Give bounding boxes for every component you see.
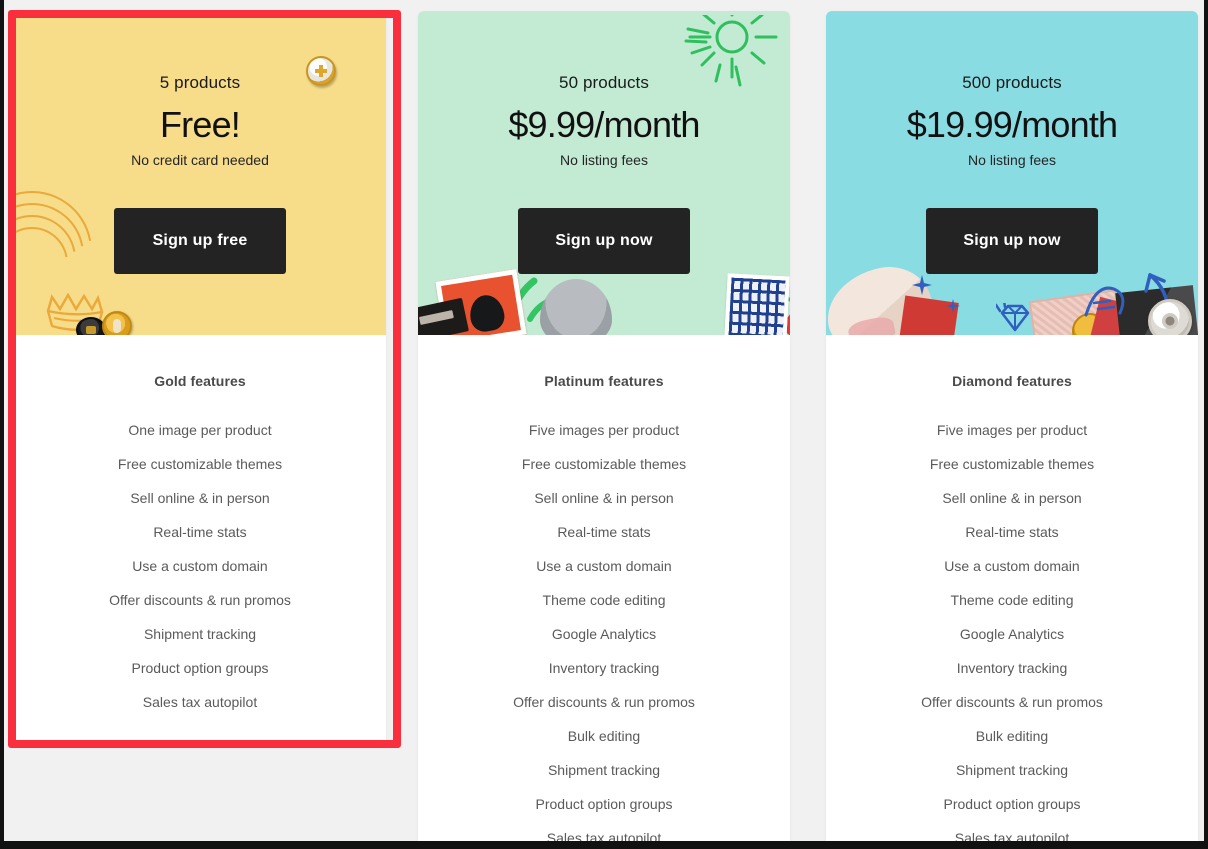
feature-item: One image per product — [128, 422, 272, 438]
feature-item: Sell online & in person — [534, 490, 674, 506]
plan-price: $9.99/month — [508, 104, 700, 145]
feature-item: Use a custom domain — [536, 558, 672, 574]
dark-sticker-tag — [418, 297, 469, 335]
feature-item: Offer discounts & run promos — [513, 694, 695, 710]
feature-item: Theme code editing — [950, 592, 1074, 608]
window-right-edge — [1204, 0, 1208, 849]
feature-item: Sales tax autopilot — [142, 694, 258, 710]
feature-item: Sell online & in person — [130, 490, 270, 506]
feature-item: Real-time stats — [153, 524, 247, 540]
features-list-diamond: Diamond features Five images per product… — [826, 335, 1198, 841]
feature-item: Real-time stats — [557, 524, 651, 540]
pricing-card-gold[interactable]: 5 products Free! No credit card needed S… — [14, 11, 386, 745]
feature-item: Theme code editing — [542, 592, 666, 608]
feature-item: Five images per product — [528, 422, 680, 438]
feature-item: Google Analytics — [959, 626, 1065, 642]
feature-item: Five images per product — [936, 422, 1088, 438]
card-header-gold: 5 products Free! No credit card needed S… — [14, 11, 386, 335]
features-list-platinum: Platinum features Five images per produc… — [418, 335, 790, 841]
feature-item: Shipment tracking — [547, 762, 661, 778]
feature-item: Product option groups — [943, 796, 1081, 812]
signup-button-gold[interactable]: Sign up free — [114, 208, 286, 274]
feature-item: Shipment tracking — [143, 626, 257, 642]
features-title-gold: Gold features — [154, 373, 246, 389]
plan-product-limit: 500 products — [962, 73, 1062, 92]
feature-item: Sales tax autopilot — [546, 830, 662, 841]
feature-item: Product option groups — [131, 660, 269, 676]
feature-item: Inventory tracking — [956, 660, 1068, 676]
feature-item: Bulk editing — [567, 728, 641, 744]
card-header-platinum: 50 products $9.99/month No listing fees … — [418, 11, 790, 335]
features-title-platinum: Platinum features — [544, 373, 664, 389]
pricing-card-diamond[interactable]: 500 products $19.99/month No listing fee… — [826, 11, 1198, 841]
plan-price: Free! — [159, 104, 241, 145]
feature-item: Use a custom domain — [132, 558, 268, 574]
silver-badge-pin-icon — [1148, 299, 1192, 335]
plan-product-limit: 50 products — [559, 73, 649, 92]
patterned-fabric-card — [724, 273, 790, 335]
signup-button-platinum[interactable]: Sign up now — [518, 208, 690, 274]
window-bottom-edge — [0, 841, 1208, 849]
feature-item: Free customizable themes — [117, 456, 283, 472]
page-viewport: 5 products Free! No credit card needed S… — [4, 0, 1204, 841]
sparkle-doodle-icon — [912, 275, 932, 295]
plan-note: No listing fees — [968, 152, 1056, 168]
plan-product-limit: 5 products — [159, 73, 241, 92]
plan-note: No credit card needed — [131, 152, 269, 168]
signup-button-diamond[interactable]: Sign up now — [926, 208, 1098, 274]
features-list-gold: Gold features One image per product Free… — [14, 335, 386, 745]
feature-item: Google Analytics — [551, 626, 657, 642]
pricing-plan-grid: 5 products Free! No credit card needed S… — [4, 0, 1204, 841]
feature-item: Offer discounts & run promos — [109, 592, 291, 608]
feature-item: Free customizable themes — [929, 456, 1095, 472]
feature-item: Free customizable themes — [521, 456, 687, 472]
feature-item: Sell online & in person — [942, 490, 1082, 506]
feature-item: Product option groups — [535, 796, 673, 812]
feature-item: Shipment tracking — [955, 762, 1069, 778]
diamond-doodle-icon — [994, 299, 1034, 333]
feature-item: Real-time stats — [965, 524, 1059, 540]
feature-item: Offer discounts & run promos — [921, 694, 1103, 710]
gold-coin-pin-icon — [102, 311, 132, 335]
pricing-card-platinum[interactable]: 50 products $9.99/month No listing fees … — [418, 11, 790, 841]
feature-item: Use a custom domain — [944, 558, 1080, 574]
plan-note: No listing fees — [560, 152, 648, 168]
sparkle-doodle-icon — [946, 299, 960, 313]
feature-item: Inventory tracking — [548, 660, 660, 676]
feature-item: Sales tax autopilot — [954, 830, 1070, 841]
plan-price: $19.99/month — [906, 104, 1118, 145]
card-header-diamond: 500 products $19.99/month No listing fee… — [826, 11, 1198, 335]
features-title-diamond: Diamond features — [952, 373, 1072, 389]
feature-item: Bulk editing — [975, 728, 1049, 744]
